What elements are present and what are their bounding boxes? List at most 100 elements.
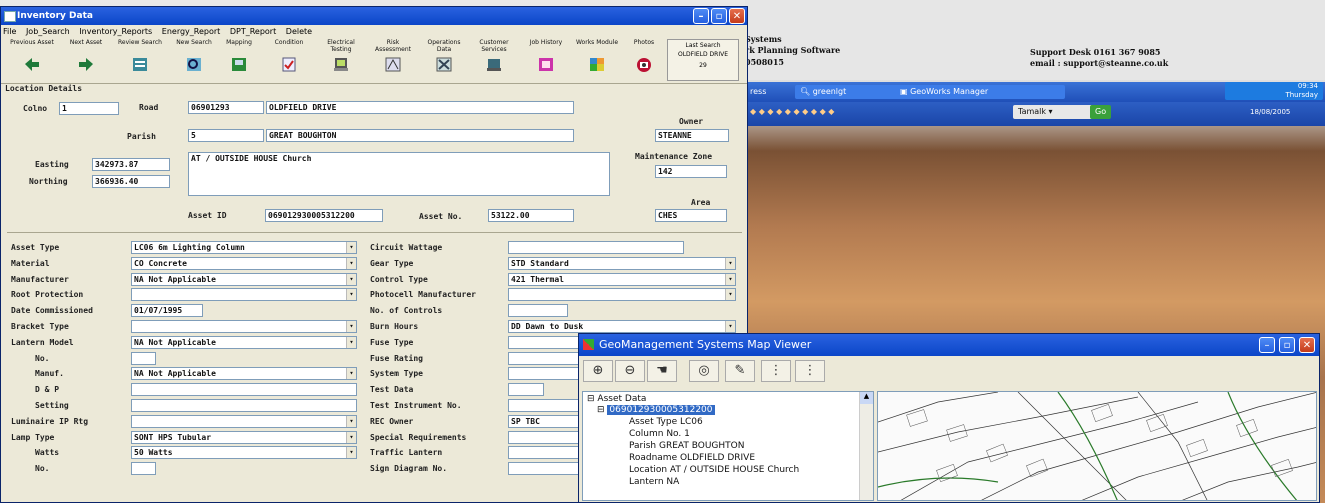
- road-label: Road: [139, 103, 159, 112]
- road-code-field[interactable]: 06901293: [188, 101, 264, 114]
- luminaire-ip-rtg-select[interactable]: [131, 414, 357, 428]
- remove-node-button[interactable]: ⋮: [795, 360, 825, 382]
- mapping-button[interactable]: Mapping: [216, 39, 262, 73]
- manuf-select[interactable]: NA Not Applicable: [131, 367, 357, 381]
- tree-item[interactable]: Column No. 1: [629, 429, 690, 439]
- map-canvas[interactable]: [877, 391, 1317, 501]
- asset-tree[interactable]: ⊟ Asset Data ⊟ 069012930005312200 Asset …: [582, 391, 874, 501]
- taskbar-item[interactable]: 🔍︎ greenlgt: [795, 85, 905, 99]
- maintenance-zone-field[interactable]: 142: [655, 165, 727, 178]
- quick-launch-icons[interactable]: ◆ ◆ ◆ ◆ ◆ ◆ ◆ ◆ ◆ ◆: [745, 105, 839, 119]
- special-requirements-label: Special Requirements: [370, 432, 467, 442]
- menu-file[interactable]: File: [3, 27, 16, 36]
- pan-button[interactable]: ☚: [647, 360, 677, 382]
- d-p-field[interactable]: [131, 383, 357, 397]
- parish-label: Parish: [127, 132, 156, 141]
- taskbar-item-geoworks[interactable]: ▣ GeoWorks Manager: [895, 85, 1065, 99]
- map-viewer-title-bar[interactable]: GeoManagement Systems Map Viewer – ▫ ✕: [579, 334, 1319, 356]
- next-asset-button[interactable]: Next Asset: [63, 39, 109, 73]
- go-button[interactable]: Go: [1090, 105, 1112, 119]
- window-title: Inventory Data: [17, 11, 93, 21]
- material-select[interactable]: CO Concrete: [131, 256, 357, 270]
- control-type-select[interactable]: 421 Thermal: [508, 272, 736, 286]
- previous-asset-button[interactable]: Previous Asset: [9, 39, 55, 73]
- asset-type-select[interactable]: LC06 6m Lighting Column: [131, 241, 357, 254]
- photocell-manufacturer-label: Photocell Manufacturer: [370, 290, 476, 300]
- northing-field[interactable]: 366936.40: [92, 175, 170, 188]
- area-field[interactable]: CHES: [655, 209, 727, 222]
- no-field[interactable]: [131, 351, 156, 365]
- review-search-button[interactable]: Review Search: [117, 39, 163, 73]
- menu-delete[interactable]: Delete: [286, 27, 312, 36]
- map-maximize-button[interactable]: ▫: [1279, 337, 1295, 353]
- no-of-controls-field[interactable]: [508, 304, 568, 318]
- map-minimize-button[interactable]: –: [1259, 337, 1275, 353]
- maximize-button[interactable]: ▫: [711, 8, 727, 24]
- add-node-button[interactable]: ⋮: [761, 360, 791, 382]
- watts-select[interactable]: 50 Watts: [131, 446, 357, 460]
- tree-item[interactable]: Asset Type LC06: [629, 417, 703, 427]
- menu-job-search[interactable]: Job_Search: [26, 27, 70, 36]
- menu-energy-report[interactable]: Energy_Report: [162, 27, 221, 36]
- no-label: No.: [35, 353, 50, 363]
- map-close-button[interactable]: ✕: [1299, 337, 1315, 353]
- zoom-in-icon: ⊕: [592, 363, 604, 378]
- toolbar: Previous Asset Next Asset Review Search …: [1, 38, 747, 84]
- photocell-manufacturer-select[interactable]: [508, 288, 736, 302]
- risk-assessment-button[interactable]: Risk Assessment: [370, 39, 416, 73]
- map-viewer-window: GeoManagement Systems Map Viewer – ▫ ✕ ⊕…: [578, 333, 1320, 503]
- language-select-label: Tamalk: [1018, 107, 1047, 116]
- condition-button[interactable]: Condition: [266, 39, 312, 73]
- root-protection-select[interactable]: [131, 288, 357, 302]
- scroll-up-icon[interactable]: ▲: [860, 392, 873, 404]
- tree-item[interactable]: Parish GREAT BOUGHTON: [629, 441, 744, 451]
- setting-field[interactable]: [131, 399, 357, 412]
- lamp-type-select[interactable]: SONT HPS Tubular: [131, 430, 357, 444]
- photos-button[interactable]: Photos: [621, 39, 667, 73]
- language-select[interactable]: Tamalk ▾: [1013, 105, 1093, 119]
- no-field[interactable]: [131, 462, 156, 476]
- close-button[interactable]: ✕: [729, 8, 745, 24]
- menu-dpt-report[interactable]: DPT_Report: [230, 27, 276, 36]
- tree-item[interactable]: Roadname OLDFIELD DRIVE: [629, 453, 755, 463]
- camera-icon: [637, 58, 651, 72]
- tree-scrollbar[interactable]: ▲: [859, 392, 873, 500]
- tree-root-node[interactable]: ⊟ Asset Data: [587, 394, 646, 404]
- operations-data-button[interactable]: Operations Data: [421, 39, 467, 73]
- asset-no-field[interactable]: 53122.00: [488, 209, 574, 222]
- gear-type-select[interactable]: STD Standard: [508, 256, 736, 270]
- burn-hours-select[interactable]: DD Dawn to Dusk: [508, 320, 736, 333]
- tree-item[interactable]: Lantern NA: [629, 477, 679, 487]
- zoom-out-button[interactable]: ⊖: [615, 360, 645, 382]
- taskbar-item[interactable]: ress: [745, 85, 771, 99]
- owner-field[interactable]: STEANNE: [655, 129, 729, 142]
- location-text-area[interactable]: AT / OUTSIDE HOUSE Church: [188, 152, 610, 196]
- electrical-testing-button[interactable]: Electrical Testing: [318, 39, 364, 73]
- circuit-wattage-field[interactable]: [508, 241, 684, 254]
- tree-item[interactable]: Location AT / OUTSIDE HOUSE Church: [629, 465, 799, 475]
- minimize-button[interactable]: –: [693, 8, 709, 24]
- zoom-in-button[interactable]: ⊕: [583, 360, 613, 382]
- identify-button[interactable]: ✎: [725, 360, 755, 382]
- test-data-field[interactable]: [508, 383, 544, 397]
- tool-label: Photos: [633, 39, 655, 46]
- parish-name-field[interactable]: GREAT BOUGHTON: [266, 129, 574, 142]
- job-history-button[interactable]: Job History: [523, 39, 569, 73]
- inventory-title-bar[interactable]: Inventory Data – ▫ ✕: [1, 7, 747, 25]
- new-search-button[interactable]: New Search: [171, 39, 217, 73]
- last-search-panel[interactable]: Last Search OLDFIELD DRIVE 29: [667, 39, 739, 81]
- lantern-model-select[interactable]: NA Not Applicable: [131, 335, 357, 349]
- menu-inventory-reports[interactable]: Inventory_Reports: [79, 27, 152, 36]
- customer-services-button[interactable]: Customer Services: [471, 39, 517, 73]
- zoom-extent-button[interactable]: ◎: [689, 360, 719, 382]
- manufacturer-select[interactable]: NA Not Applicable: [131, 272, 357, 286]
- easting-field[interactable]: 342973.87: [92, 158, 170, 171]
- parish-code-field[interactable]: 5: [188, 129, 264, 142]
- works-module-button[interactable]: Works Module: [574, 39, 620, 73]
- asset-id-field[interactable]: 069012930005312200: [265, 209, 383, 222]
- bracket-type-select[interactable]: [131, 320, 357, 333]
- colno-field[interactable]: 1: [59, 102, 119, 115]
- road-name-field[interactable]: OLDFIELD DRIVE: [266, 101, 574, 114]
- tree-asset-node[interactable]: ⊟ 069012930005312200: [597, 405, 715, 415]
- date-commissioned-field[interactable]: 01/07/1995: [131, 304, 203, 318]
